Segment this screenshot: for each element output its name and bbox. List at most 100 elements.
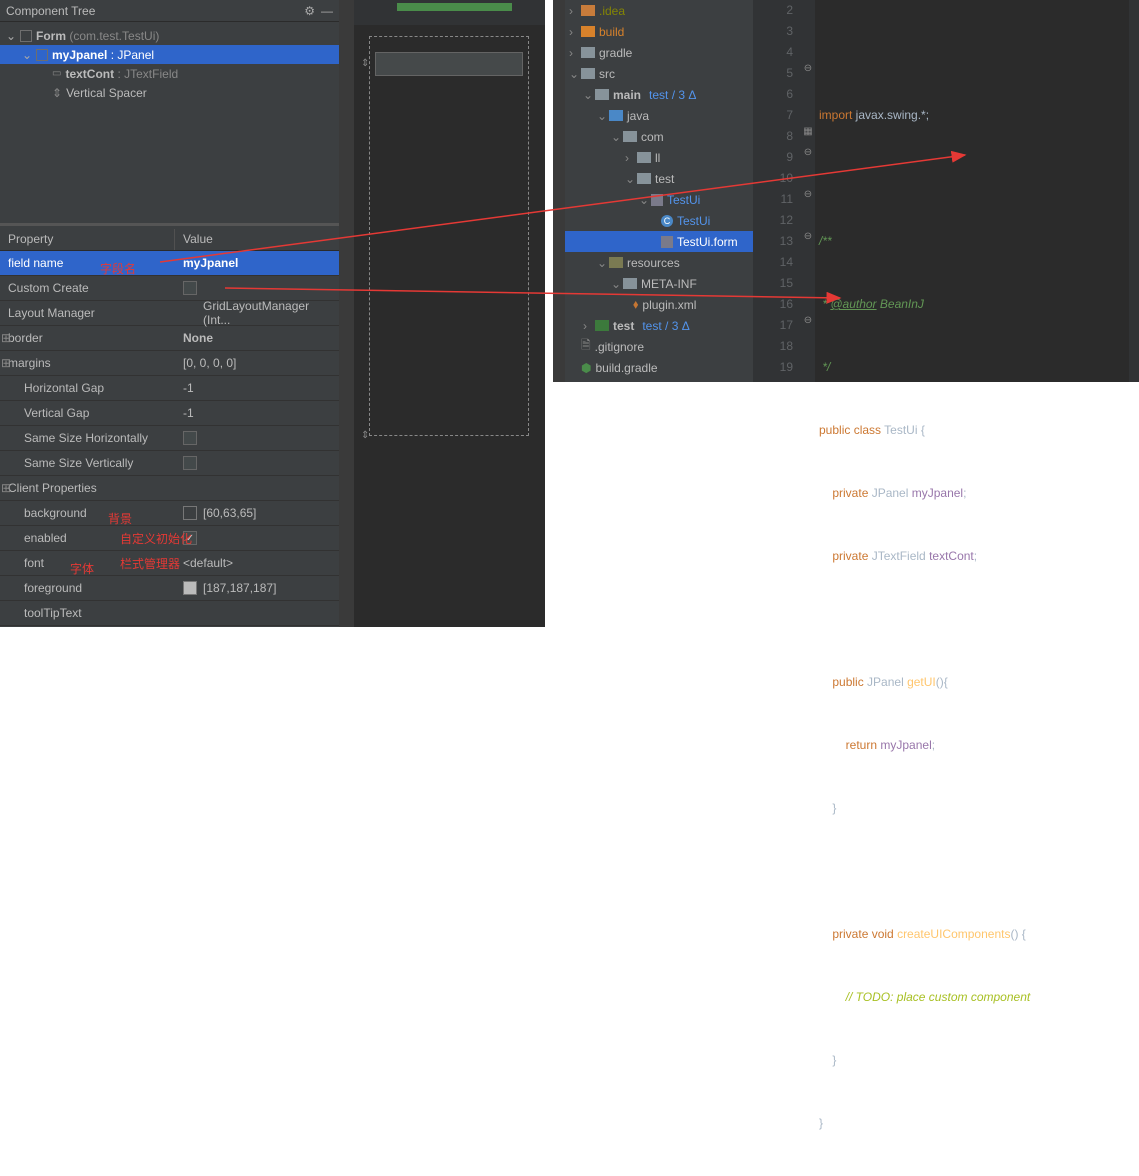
- designer-gutter: [339, 0, 354, 627]
- resize-handle[interactable]: [0, 223, 339, 226]
- gear-icon[interactable]: ⚙: [304, 4, 315, 18]
- prop-key: Same Size Horizontally: [0, 431, 175, 445]
- checkbox-icon[interactable]: [183, 456, 197, 470]
- prop-border[interactable]: ⊞border None: [0, 326, 339, 351]
- pt-main[interactable]: ⌄main test / 3 Δ: [565, 84, 753, 105]
- pt-label: java: [627, 109, 649, 123]
- pt-label: build: [599, 25, 624, 39]
- pt-label: build.gradle: [595, 361, 657, 375]
- color-swatch[interactable]: [183, 506, 197, 520]
- prop-field-name[interactable]: field name字段名 myJpanel: [0, 251, 339, 276]
- prop-val: <default>: [175, 556, 339, 570]
- pt-gradle[interactable]: ›gradle: [565, 42, 753, 63]
- prop-custom-create[interactable]: Custom Create: [0, 276, 339, 301]
- resize-arrow-icon[interactable]: ⇕: [361, 430, 369, 441]
- pt-testui-form[interactable]: TestUi.form: [565, 231, 753, 252]
- component-tree[interactable]: ⌄ Form (com.test.TestUi) ⌄ myJpanel : JP…: [0, 22, 339, 106]
- chevron-right-icon[interactable]: ›: [625, 151, 633, 165]
- pt-metainf[interactable]: ⌄ META-INF: [565, 273, 753, 294]
- chevron-down-icon[interactable]: ⌄: [597, 109, 605, 123]
- chevron-down-icon[interactable]: ⌄: [639, 193, 647, 207]
- pt-plugin[interactable]: ⬧plugin.xml: [565, 294, 753, 315]
- component-tree-panel: Component Tree ⚙ — ⌄ Form (com.test.Test…: [0, 0, 339, 627]
- tree-row-textcont[interactable]: ▭ textCont : JTextField: [0, 64, 339, 83]
- pt-testui-group[interactable]: ⌄TestUi: [565, 189, 753, 210]
- checkbox-icon[interactable]: [20, 30, 32, 42]
- expand-icon[interactable]: ⊞: [0, 331, 13, 345]
- prop-hgap[interactable]: Horizontal Gap -1: [0, 376, 339, 401]
- prop-foreground[interactable]: foreground [187,187,187]: [0, 576, 339, 601]
- prop-same-size-v[interactable]: Same Size Vertically: [0, 451, 339, 476]
- class-icon: C: [661, 215, 673, 227]
- pt-gitignore[interactable]: 🗎.gitignore: [565, 336, 753, 357]
- chevron-down-icon[interactable]: ⌄: [597, 256, 605, 270]
- chevron-down-icon[interactable]: ⌄: [611, 277, 619, 291]
- design-textfield[interactable]: [375, 52, 523, 76]
- tree-row-spacer[interactable]: ⇕ Vertical Spacer: [0, 83, 339, 102]
- chevron-down-icon[interactable]: ⌄: [625, 172, 633, 186]
- prop-key: border: [8, 331, 43, 345]
- chevron-right-icon[interactable]: ›: [569, 4, 577, 18]
- pt-resources[interactable]: ⌄resources: [565, 252, 753, 273]
- chevron-down-icon[interactable]: ⌄: [22, 48, 32, 62]
- pt-src[interactable]: ⌄ src: [565, 63, 753, 84]
- editor-scrollbar[interactable]: [1129, 0, 1139, 382]
- form-gutter-icon[interactable]: ▦: [801, 126, 815, 147]
- prop-val: myJpanel: [183, 256, 238, 270]
- chevron-down-icon[interactable]: ⌄: [583, 88, 591, 102]
- pt-testdir[interactable]: ›test test / 3 Δ: [565, 315, 753, 336]
- design-canvas[interactable]: [369, 36, 529, 436]
- prop-layout-manager[interactable]: Layout Manager GridLayoutManager (Int...: [0, 301, 339, 326]
- pt-ll[interactable]: ›ll: [565, 147, 753, 168]
- checkbox-icon[interactable]: [183, 281, 197, 295]
- pt-testui-class[interactable]: CTestUi: [565, 210, 753, 231]
- project-tree[interactable]: › .idea › build ›gradle ⌄ src ⌄main test / …: [565, 0, 753, 382]
- prop-client-props[interactable]: ⊞Client Properties: [0, 476, 339, 501]
- property-header: Property Value: [0, 229, 339, 251]
- pt-com[interactable]: ⌄com: [565, 126, 753, 147]
- pt-test[interactable]: ⌄test: [565, 168, 753, 189]
- prop-val: [0, 0, 0, 0]: [175, 356, 339, 370]
- pt-label: META-INF: [641, 277, 697, 291]
- prop-tooltip[interactable]: toolTipText: [0, 601, 339, 626]
- prop-val: [60,63,65]: [203, 506, 256, 520]
- chevron-right-icon[interactable]: ›: [569, 46, 577, 60]
- chevron-right-icon[interactable]: ›: [583, 319, 591, 333]
- expand-icon[interactable]: ⊞: [0, 481, 13, 495]
- chevron-down-icon[interactable]: ⌄: [569, 67, 577, 81]
- chevron-down-icon[interactable]: ⌄: [6, 29, 16, 43]
- prop-margins[interactable]: ⊞margins [0, 0, 0, 0]: [0, 351, 339, 376]
- code-editor[interactable]: 2345678910111213141516171819 ⊖▦⊖⊖⊖⊖ impo…: [753, 0, 1139, 382]
- pt-buildgradle[interactable]: ⬢ build.gradle: [565, 357, 753, 378]
- prop-key: Client Properties: [8, 481, 97, 495]
- color-swatch[interactable]: [183, 581, 197, 595]
- chevron-right-icon[interactable]: ›: [569, 25, 577, 39]
- pt-idea[interactable]: › .idea: [565, 0, 753, 21]
- property-table: field name字段名 myJpanel Custom Create 自定义…: [0, 251, 339, 626]
- code-body[interactable]: import javax.swing.*; /** * @author Bean…: [815, 0, 1129, 382]
- minimize-icon[interactable]: —: [321, 4, 333, 18]
- expand-icon[interactable]: ⊞: [0, 356, 13, 370]
- prop-background[interactable]: background背景 [60,63,65]: [0, 501, 339, 526]
- prop-key: Custom Create: [8, 281, 89, 295]
- prop-vgap[interactable]: Vertical Gap -1: [0, 401, 339, 426]
- checkbox-icon[interactable]: [36, 49, 48, 61]
- chevron-down-icon[interactable]: ⌄: [611, 130, 619, 144]
- prop-same-size-h[interactable]: Same Size Horizontally: [0, 426, 339, 451]
- pt-label: .idea: [599, 4, 625, 18]
- pt-label: src: [599, 67, 615, 81]
- pt-suffix: test / 3 Δ: [642, 319, 689, 333]
- pt-build[interactable]: › build: [565, 21, 753, 42]
- checkbox-icon[interactable]: [183, 431, 197, 445]
- fold-gutter[interactable]: ⊖▦⊖⊖⊖⊖: [801, 0, 815, 382]
- tree-row-myjpanel[interactable]: ⌄ myJpanel : JPanel: [0, 45, 339, 64]
- component-tree-title: Component Tree: [6, 4, 95, 18]
- tree-row-form[interactable]: ⌄ Form (com.test.TestUi): [0, 26, 339, 45]
- folder-icon: [623, 278, 637, 289]
- annotation: 字体: [70, 560, 94, 577]
- tree-label: Vertical Spacer: [66, 86, 147, 100]
- resize-arrow-icon[interactable]: ⇕: [361, 58, 369, 69]
- pt-java[interactable]: ⌄ java: [565, 105, 753, 126]
- gradle-icon: ⬢: [581, 361, 591, 375]
- prop-val: -1: [175, 381, 339, 395]
